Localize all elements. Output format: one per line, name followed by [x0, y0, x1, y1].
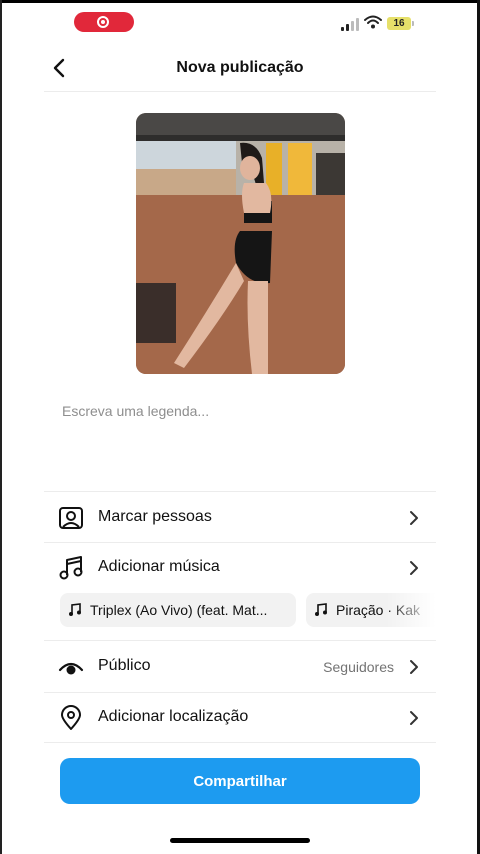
music-suggestions: Triplex (Ao Vivo) (feat. Mat... Piração …: [60, 593, 436, 627]
location-pin-icon: [61, 705, 81, 730]
music-note-icon: [69, 603, 81, 616]
signal-icon: [341, 17, 361, 31]
music-suggestion-chip[interactable]: Triplex (Ao Vivo) (feat. Mat...: [60, 593, 296, 627]
tag-people-row[interactable]: Marcar pessoas: [44, 494, 436, 540]
audience-row[interactable]: Público Seguidores: [44, 643, 436, 689]
add-music-label: Adicionar música: [98, 558, 220, 575]
caption-input[interactable]: [62, 403, 422, 419]
row-divider: [44, 640, 436, 641]
post-photo[interactable]: [136, 113, 345, 374]
add-location-label: Adicionar localização: [98, 708, 249, 725]
row-divider: [44, 742, 436, 743]
audience-label: Público: [98, 657, 151, 674]
record-icon: [97, 16, 109, 28]
music-suggestion-chip[interactable]: Piração · Kak: [306, 593, 436, 627]
header-divider: [44, 91, 436, 92]
chevron-right-icon: [410, 561, 418, 575]
screen-frame-top: [0, 0, 480, 3]
chevron-right-icon: [410, 511, 418, 525]
section-divider: [44, 491, 436, 492]
audience-value: Seguidores: [323, 659, 394, 675]
wifi-icon: [364, 15, 382, 29]
music-note-icon: [315, 603, 327, 616]
battery-level: 16: [393, 18, 405, 29]
home-indicator[interactable]: [170, 838, 310, 843]
row-divider: [44, 692, 436, 693]
eye-icon: [58, 662, 84, 675]
music-icon: [59, 556, 83, 580]
add-music-row[interactable]: Adicionar música: [44, 544, 436, 590]
chevron-right-icon: [410, 660, 418, 674]
tag-people-label: Marcar pessoas: [98, 508, 212, 525]
row-divider: [44, 542, 436, 543]
music-suggestion-title: Triplex (Ao Vivo) (feat. Mat...: [90, 602, 268, 618]
add-location-row[interactable]: Adicionar localização: [44, 694, 436, 740]
screen-frame-left: [0, 0, 2, 854]
music-suggestion-title: Piração · Kak: [336, 602, 421, 618]
tag-people-icon: [59, 507, 83, 529]
battery-icon: 16: [387, 17, 414, 30]
page-title: Nova publicação: [176, 59, 304, 76]
chevron-right-icon: [410, 711, 418, 725]
share-button[interactable]: Compartilhar: [60, 758, 420, 804]
